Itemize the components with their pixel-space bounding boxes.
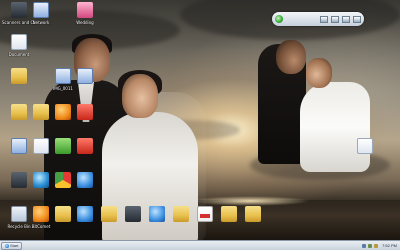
desktop-icon[interactable] bbox=[348, 138, 382, 156]
gadget-slot-icon[interactable] bbox=[331, 15, 339, 23]
desktop: Scanners and Cameras Document Recycle Bi… bbox=[0, 0, 400, 250]
system-tray: 7:52 PM bbox=[362, 243, 397, 248]
network-tray-icon[interactable] bbox=[362, 243, 367, 248]
document-icon bbox=[11, 34, 27, 50]
desktop-gadget[interactable] bbox=[272, 12, 364, 26]
document-icon bbox=[357, 138, 373, 154]
desktop-icon-label: Document bbox=[8, 52, 30, 57]
taskbar-clock[interactable]: 7:52 PM bbox=[382, 243, 397, 248]
desktop-icon[interactable]: Network bbox=[24, 2, 58, 25]
desktop-icon-label: IMG_0011 bbox=[53, 86, 73, 91]
folder-icon bbox=[101, 206, 117, 222]
pdf-file-icon bbox=[197, 206, 213, 222]
wallpaper-horizon-glow bbox=[190, 196, 310, 206]
desktop-icon[interactable] bbox=[2, 68, 36, 86]
image-file-icon bbox=[77, 68, 93, 84]
gadget-slot-icon[interactable] bbox=[320, 15, 328, 23]
app-icon bbox=[77, 104, 93, 120]
taskbar: Start 7:52 PM bbox=[0, 240, 400, 250]
volume-tray-icon[interactable] bbox=[368, 243, 373, 248]
desktop-icon-label: Network bbox=[32, 20, 50, 25]
app-icon bbox=[77, 138, 93, 154]
app-icon bbox=[77, 172, 93, 188]
folder-icon bbox=[11, 68, 27, 84]
wedding-app-icon bbox=[77, 2, 93, 18]
app-icon bbox=[77, 206, 93, 222]
desktop-icon[interactable] bbox=[68, 104, 102, 122]
desktop-icon-label: Wedding bbox=[76, 20, 94, 25]
power-tray-icon[interactable] bbox=[374, 243, 379, 248]
desktop-icon[interactable]: Wedding bbox=[68, 2, 102, 25]
folder-icon bbox=[173, 206, 189, 222]
desktop-icon[interactable] bbox=[68, 138, 102, 156]
gadget-slot-icon[interactable] bbox=[342, 15, 350, 23]
folder-icon bbox=[245, 206, 261, 222]
windows-logo-icon bbox=[5, 243, 9, 248]
gadget-slot-icon[interactable] bbox=[353, 15, 361, 23]
app-icon bbox=[149, 206, 165, 222]
desktop-icon[interactable]: Document bbox=[2, 34, 36, 57]
start-button[interactable]: Start bbox=[1, 241, 23, 250]
desktop-icon[interactable] bbox=[68, 68, 102, 86]
wallpaper-bride-head bbox=[122, 74, 158, 118]
wallpaper-kiss-bride-head bbox=[306, 58, 332, 88]
wallpaper-kiss-groom-head bbox=[276, 40, 306, 74]
desktop-icon[interactable] bbox=[236, 206, 270, 224]
network-icon bbox=[33, 2, 49, 18]
start-button-label: Start bbox=[10, 243, 19, 248]
wallpaper-kiss-bride bbox=[300, 82, 370, 172]
app-icon bbox=[125, 206, 141, 222]
desktop-icon-label: BitComet bbox=[31, 224, 51, 229]
desktop-icon[interactable] bbox=[68, 172, 102, 190]
folder-icon bbox=[221, 206, 237, 222]
gadget-logo-icon[interactable] bbox=[275, 15, 283, 23]
